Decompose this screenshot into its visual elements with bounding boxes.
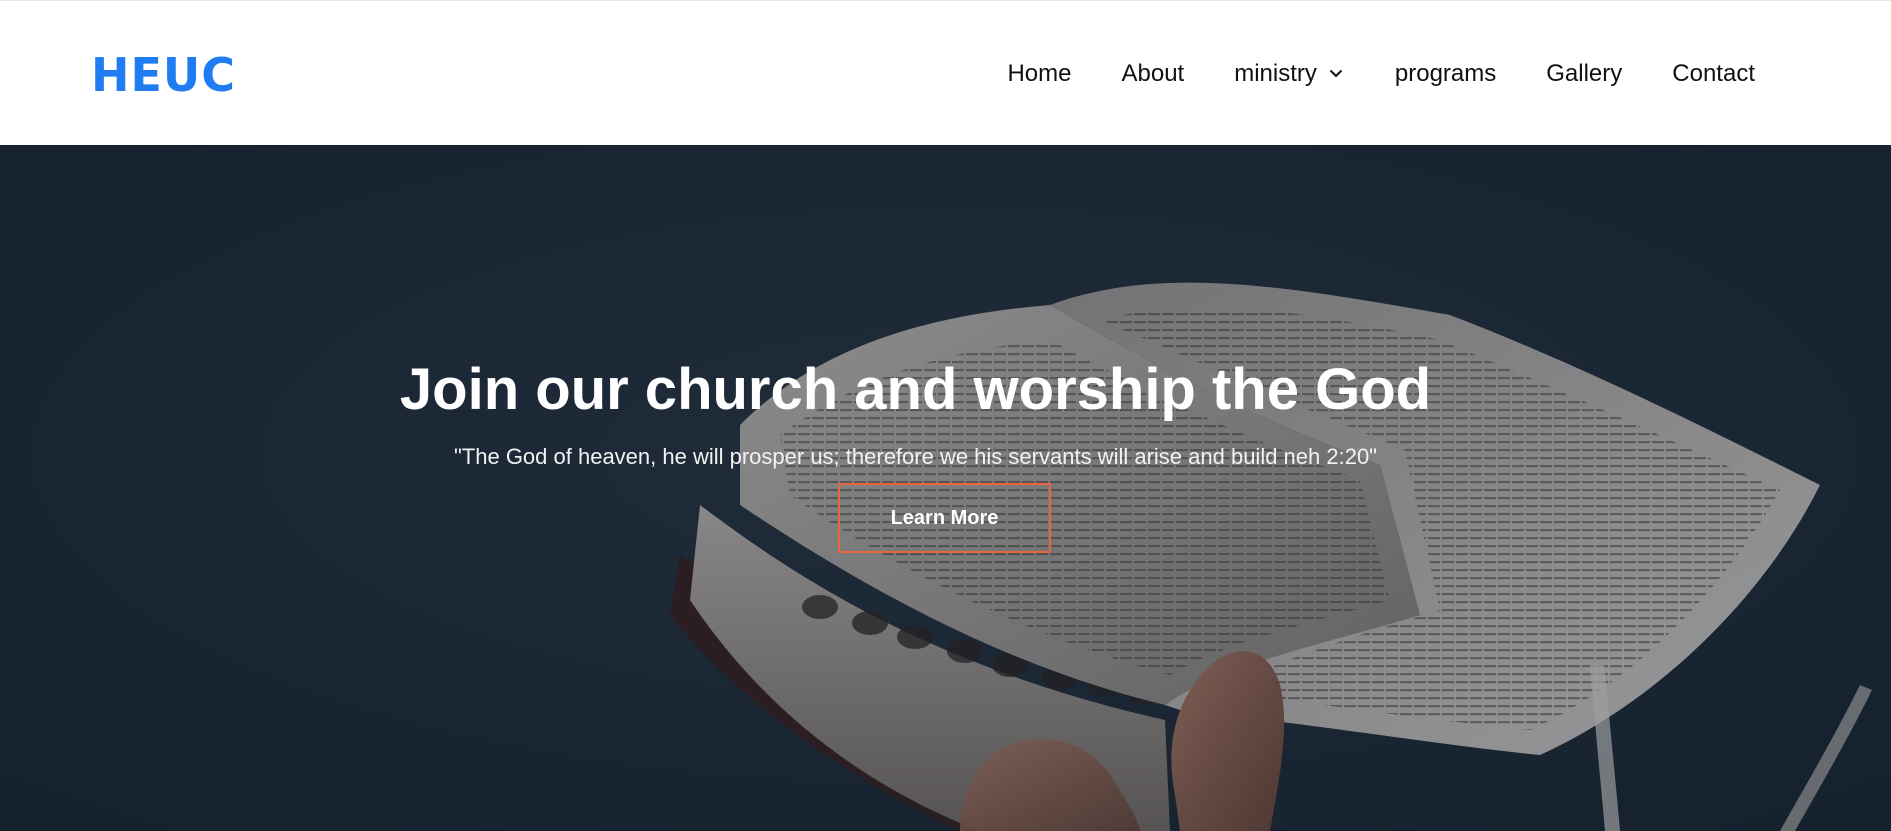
- nav-home-label: Home: [1007, 60, 1072, 87]
- hero-subtitle: "The God of heaven, he will prosper us; …: [0, 442, 1891, 472]
- nav-about-label: About: [1121, 60, 1185, 87]
- hero-title-text: Join our church and worship the God: [399, 357, 1432, 422]
- chevron-down-icon: [1329, 70, 1342, 77]
- main-nav: Home About ministry programs Gallery Con…: [982, 53, 1755, 95]
- page: HEUC Home About ministry programs Galler…: [0, 0, 1891, 831]
- hero-subtitle-text: "The God of heaven, he will prosper us; …: [453, 444, 1377, 469]
- nav-contact-label: Contact: [1672, 60, 1755, 87]
- nav-home[interactable]: Home: [982, 53, 1096, 95]
- hero-section: Join our church and worship the God "The…: [0, 145, 1891, 831]
- nav-contact[interactable]: Contact: [1647, 53, 1755, 95]
- nav-gallery[interactable]: Gallery: [1521, 53, 1647, 95]
- nav-programs-label: programs: [1394, 60, 1497, 87]
- nav-gallery-label: Gallery: [1546, 60, 1623, 87]
- learn-more-button[interactable]: Learn More: [838, 483, 1051, 553]
- nav-ministry[interactable]: ministry: [1209, 53, 1370, 95]
- brand-logo[interactable]: HEUC: [91, 45, 236, 105]
- nav-programs[interactable]: programs: [1370, 53, 1521, 95]
- hero-title: Join our church and worship the God: [0, 355, 1891, 425]
- nav-ministry-label: ministry: [1234, 60, 1317, 87]
- nav-about[interactable]: About: [1096, 53, 1209, 95]
- site-header: HEUC Home About ministry programs Galler…: [0, 0, 1891, 145]
